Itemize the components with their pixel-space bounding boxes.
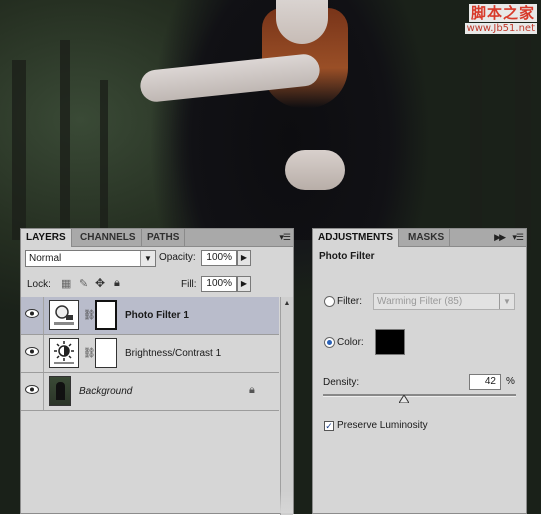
tab-paths[interactable]: PATHS xyxy=(142,229,186,246)
lock-label: Lock: xyxy=(27,279,51,290)
tree-trunk xyxy=(470,50,482,240)
blend-mode-select[interactable]: Normal ▼ xyxy=(25,250,156,267)
panel-menu-icon[interactable]: ▾☰ xyxy=(512,232,524,243)
density-slider-track[interactable] xyxy=(323,394,516,397)
lock-icon: 🔒︎ xyxy=(249,384,255,396)
fill-input[interactable]: 100% xyxy=(201,276,237,292)
panel-menu-icon[interactable]: ▾☰ xyxy=(279,232,291,243)
opacity-input[interactable]: 100% xyxy=(201,250,237,266)
blend-mode-value: Normal xyxy=(29,253,62,264)
link-icon[interactable]: ⛓ xyxy=(83,348,96,359)
photo-filter-icon xyxy=(49,300,79,330)
filter-value: Warming Filter (85) xyxy=(377,296,463,307)
brightness-contrast-icon xyxy=(49,338,79,368)
tab-masks[interactable]: MASKS xyxy=(403,229,451,246)
tree-trunk xyxy=(60,40,70,240)
lock-image-icon[interactable]: ✎ xyxy=(79,277,88,290)
layer-row-brightness-contrast[interactable]: ⛓ Brightness/Contrast 1 xyxy=(21,335,279,373)
fast-forward-icon[interactable]: ▶▶ xyxy=(494,232,506,243)
scroll-up-icon[interactable]: ▲ xyxy=(282,299,292,309)
layer-mask-thumbnail[interactable] xyxy=(95,300,117,330)
opacity-label: Opacity: xyxy=(159,252,196,263)
layer-row-photo-filter[interactable]: ⛓ Photo Filter 1 xyxy=(21,297,279,335)
layers-tabbar: LAYERS CHANNELS PATHS ▾☰ xyxy=(21,229,293,247)
fill-slider-button[interactable]: ▶ xyxy=(237,276,251,292)
lock-transparent-icon[interactable]: ▦ xyxy=(61,277,71,290)
color-radio[interactable] xyxy=(324,337,335,348)
eye-icon[interactable] xyxy=(25,385,39,394)
adjustment-title: Photo Filter xyxy=(319,251,375,262)
watermark: 脚本之家 www.Jb51.net xyxy=(464,2,537,34)
density-input[interactable]: 42 xyxy=(469,374,501,390)
color-label: Color: xyxy=(337,337,364,348)
panel-fade xyxy=(313,491,526,513)
filter-label: Filter: xyxy=(337,296,362,307)
opacity-slider-button[interactable]: ▶ xyxy=(237,250,251,266)
link-icon[interactable]: ⛓ xyxy=(83,310,96,321)
preserve-luminosity-label: Preserve Luminosity xyxy=(337,420,428,431)
tab-channels[interactable]: CHANNELS xyxy=(75,229,142,246)
layers-scrollbar[interactable]: ▲ xyxy=(280,297,293,515)
filter-select[interactable]: Warming Filter (85) ▼ xyxy=(373,293,515,310)
layer-mask-thumbnail[interactable] xyxy=(95,338,117,368)
tree-trunk xyxy=(100,80,108,230)
density-slider-thumb[interactable] xyxy=(399,395,410,403)
layer-name: Background xyxy=(79,386,133,397)
chevron-down-icon: ▼ xyxy=(499,294,514,309)
tree-trunk xyxy=(515,30,531,250)
lock-position-icon[interactable]: ✥ xyxy=(95,276,105,290)
layers-panel: LAYERS CHANNELS PATHS ▾☰ Normal ▼ Opacit… xyxy=(20,228,294,515)
tree-trunk xyxy=(12,60,26,240)
layer-name: Brightness/Contrast 1 xyxy=(125,348,222,359)
preserve-luminosity-checkbox[interactable]: ✓ xyxy=(324,421,334,431)
color-swatch[interactable] xyxy=(375,329,405,355)
watermark-title: 脚本之家 xyxy=(468,4,537,22)
tab-layers[interactable]: LAYERS xyxy=(21,229,72,247)
fill-label: Fill: xyxy=(181,279,197,290)
background-thumbnail xyxy=(49,376,71,406)
chevron-down-icon: ▼ xyxy=(140,251,155,266)
eye-icon[interactable] xyxy=(25,309,39,318)
adjustments-tabbar: ADJUSTMENTS MASKS ▶▶ ▾☰ xyxy=(313,229,526,247)
figure-hand xyxy=(285,150,345,190)
layer-name: Photo Filter 1 xyxy=(125,310,189,321)
layer-list: ⛓ Photo Filter 1 ⛓ Brightness/Contrast 1… xyxy=(21,297,279,515)
layer-row-background[interactable]: Background 🔒︎ xyxy=(21,373,279,411)
watermark-url: www.Jb51.net xyxy=(464,23,537,34)
lock-all-icon[interactable]: 🔒︎ xyxy=(114,277,120,290)
density-unit: % xyxy=(506,376,515,387)
density-label: Density: xyxy=(323,377,360,388)
eye-icon[interactable] xyxy=(25,347,39,356)
filter-radio[interactable] xyxy=(324,296,335,307)
adjustments-panel: ADJUSTMENTS MASKS ▶▶ ▾☰ Photo Filter Fil… xyxy=(312,228,527,514)
panel-fade xyxy=(21,491,293,513)
tab-adjustments[interactable]: ADJUSTMENTS xyxy=(313,229,400,247)
